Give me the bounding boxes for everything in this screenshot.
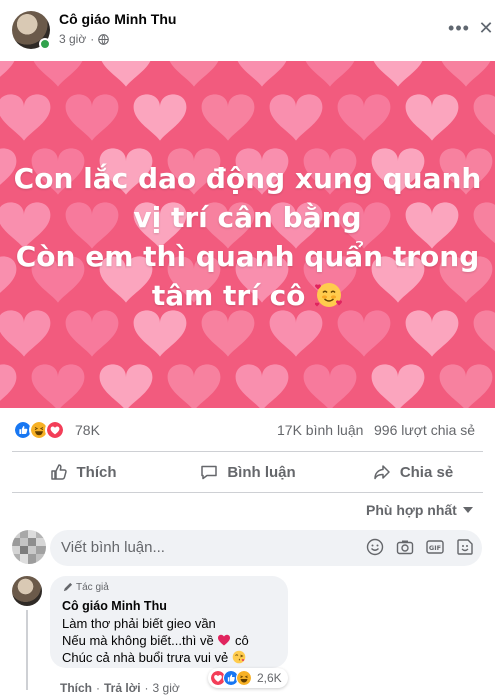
post-image[interactable]: Con lắc dao động xung quanh vị trí cân b… bbox=[0, 61, 495, 408]
commenter-avatar[interactable] bbox=[12, 576, 42, 606]
caption-line-4: tâm trí cô bbox=[0, 276, 495, 315]
thumbs-up-icon bbox=[50, 464, 67, 480]
globe-icon bbox=[98, 33, 110, 45]
author-name[interactable]: Cô giáo Minh Thu bbox=[59, 11, 176, 27]
like-button[interactable]: Thích bbox=[0, 454, 165, 490]
separator: · bbox=[90, 32, 95, 46]
red-heart-icon bbox=[218, 634, 231, 646]
sort-label: Phù hợp nhất bbox=[366, 502, 457, 518]
pencil-icon bbox=[63, 582, 73, 592]
comment-label: Bình luận bbox=[227, 463, 296, 481]
reaction-count[interactable]: 78K bbox=[75, 422, 100, 438]
author-badge: Tác giả bbox=[62, 582, 109, 593]
caption-line-1: Con lắc dao động xung quanh bbox=[13, 162, 482, 195]
comment-reply-button[interactable]: Trả lời bbox=[104, 681, 141, 695]
comment-reactions[interactable]: 2,6K bbox=[208, 668, 288, 688]
comment-icon bbox=[201, 465, 218, 480]
author-badge-label: Tác giả bbox=[76, 582, 109, 593]
more-icon: ••• bbox=[448, 17, 470, 38]
haha-reaction-icon bbox=[236, 670, 252, 686]
divider bbox=[12, 492, 483, 493]
share-button[interactable]: Chia sẻ bbox=[330, 454, 495, 490]
gif-icon[interactable]: GIF bbox=[426, 538, 444, 556]
post-meta: 3 giờ · bbox=[59, 32, 110, 46]
emoji-icon[interactable] bbox=[366, 538, 384, 556]
share-count[interactable]: 996 lượt chia sẻ bbox=[374, 422, 475, 438]
face-blowing-kiss-icon bbox=[232, 650, 246, 664]
close-button[interactable]: ✕ bbox=[476, 16, 495, 40]
post-card: Cô giáo Minh Thu 3 giờ · ••• ✕ Con lắc d… bbox=[0, 0, 495, 695]
share-icon bbox=[374, 465, 390, 480]
sticker-icon[interactable] bbox=[456, 538, 474, 556]
thread-line bbox=[26, 610, 28, 690]
comment-reaction-count: 2,6K bbox=[257, 671, 282, 685]
comment-count[interactable]: 17K bình luận bbox=[277, 422, 363, 438]
post-header: Cô giáo Minh Thu 3 giờ · ••• ✕ bbox=[0, 0, 495, 60]
comment-line-2-text: Nếu mà không biết...thì về bbox=[62, 633, 214, 648]
comment-time[interactable]: 3 giờ bbox=[153, 681, 180, 695]
caption-line-2: vị trí cân bằng bbox=[133, 201, 362, 234]
smiling-face-with-hearts-icon bbox=[315, 283, 343, 307]
share-label: Chia sẻ bbox=[399, 463, 454, 481]
comment-button[interactable]: Bình luận bbox=[165, 454, 330, 490]
online-status-dot bbox=[39, 38, 51, 50]
comment-line-2-end: cô bbox=[235, 633, 249, 648]
comment-like-button[interactable]: Thích bbox=[60, 681, 92, 695]
comment-composer[interactable]: GIF bbox=[50, 530, 482, 566]
camera-icon[interactable] bbox=[396, 538, 414, 556]
image-caption: Con lắc dao động xung quanh vị trí cân b… bbox=[0, 159, 495, 315]
composer-tools: GIF bbox=[366, 538, 474, 556]
reaction-icons[interactable] bbox=[13, 420, 65, 440]
comment-sort-dropdown[interactable]: Phù hợp nhất bbox=[366, 502, 473, 518]
separator: · bbox=[96, 681, 100, 695]
comment-line-3: Chúc cả nhà buổi trưa vui vẻ bbox=[62, 650, 246, 665]
caption-line-4-text: tâm trí cô bbox=[151, 279, 306, 312]
comment-input[interactable] bbox=[61, 539, 351, 556]
caret-down-icon bbox=[462, 507, 473, 513]
comment-bubble: Tác giả Cô giáo Minh Thu Làm thơ phải bi… bbox=[50, 576, 288, 668]
close-icon: ✕ bbox=[478, 17, 494, 38]
comment-line-3-text: Chúc cả nhà buổi trưa vui vẻ bbox=[62, 650, 229, 665]
love-reaction-icon bbox=[45, 420, 65, 440]
divider bbox=[12, 451, 483, 452]
comment-line-1: Làm thơ phải biết gieo vần bbox=[62, 616, 216, 631]
post-actions: Thích Bình luận Chia sẻ bbox=[0, 454, 495, 490]
comment-actions: Thích · Trả lời · 3 giờ bbox=[60, 681, 180, 695]
post-time[interactable]: 3 giờ bbox=[59, 32, 86, 46]
comment-author[interactable]: Cô giáo Minh Thu bbox=[62, 599, 167, 613]
comment-line-2: Nếu mà không biết...thì về cô bbox=[62, 633, 249, 648]
more-options-button[interactable]: ••• bbox=[444, 16, 474, 40]
current-user-avatar[interactable] bbox=[12, 530, 46, 564]
separator: · bbox=[144, 681, 149, 695]
caption-line-3: Còn em thì quanh quẩn trong bbox=[15, 240, 480, 273]
post-stats: 78K 17K bình luận 996 lượt chia sẻ bbox=[0, 415, 495, 445]
svg-text:GIF: GIF bbox=[429, 544, 441, 552]
like-label: Thích bbox=[76, 463, 117, 481]
